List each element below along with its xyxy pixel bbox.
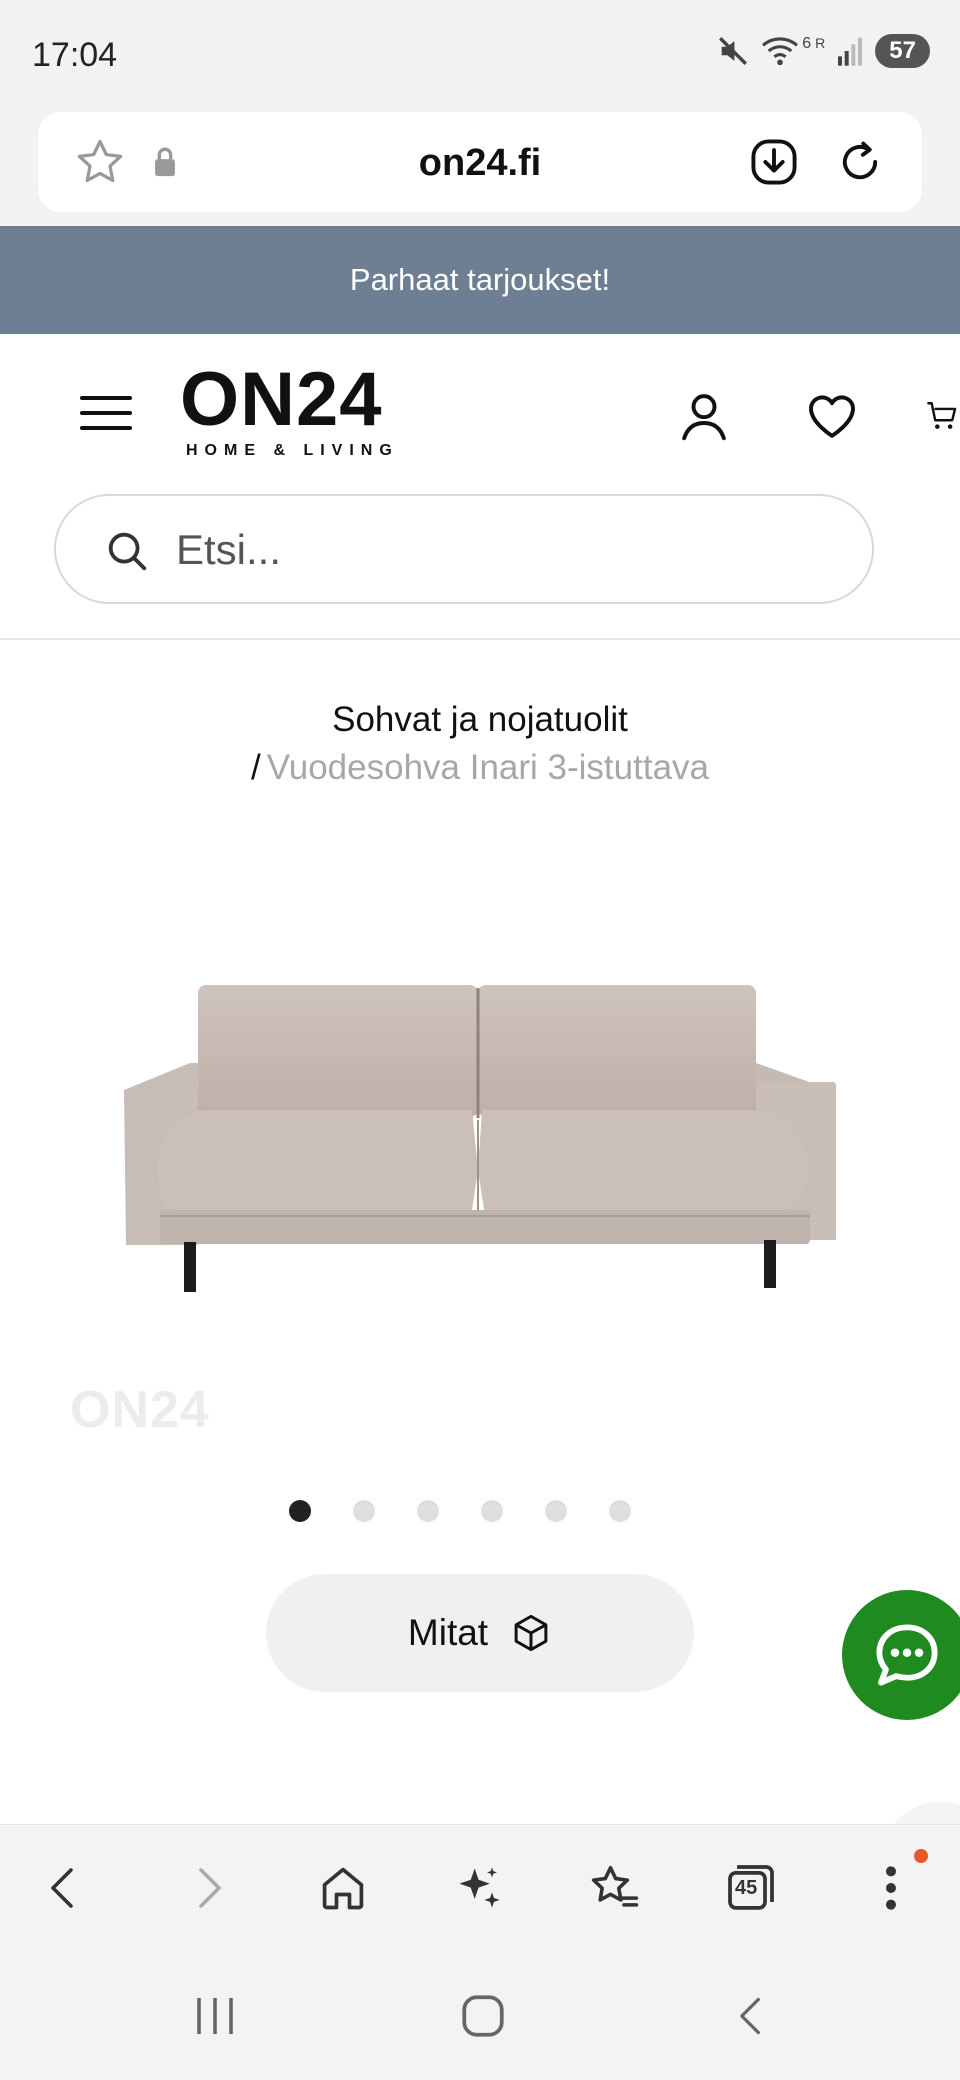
carousel-dot-2[interactable]	[353, 1500, 375, 1522]
bookmarks-icon[interactable]	[580, 1853, 650, 1923]
forward-icon[interactable]	[172, 1853, 242, 1923]
breadcrumb-separator: /	[250, 748, 261, 787]
roaming-label: R	[815, 35, 826, 51]
chat-button[interactable]	[842, 1590, 960, 1720]
dimensions-button-label: Mitat	[407, 1612, 489, 1653]
sparkle-icon[interactable]	[444, 1853, 514, 1923]
carousel-dot-6[interactable]	[609, 1500, 631, 1522]
carousel-dot-4[interactable]	[481, 1500, 503, 1522]
url-bar[interactable]: on24.fi	[38, 112, 922, 212]
reload-icon[interactable]	[834, 136, 886, 188]
home-nav-icon[interactable]	[448, 1986, 518, 2046]
heart-icon[interactable]	[800, 384, 864, 448]
back-icon[interactable]	[30, 1853, 100, 1923]
mute-icon	[719, 37, 748, 65]
watermark-logo: ON24	[70, 1381, 210, 1439]
search-input[interactable]: Etsi...	[176, 526, 281, 574]
chat-icon	[876, 1624, 938, 1686]
download-icon[interactable]	[748, 136, 800, 188]
search-bar[interactable]: Etsi...	[54, 494, 874, 604]
product-image[interactable]	[100, 960, 860, 1310]
carousel-dot-5[interactable]	[545, 1500, 567, 1522]
site-header: ON24 HOME & LIVING Etsi...	[0, 334, 960, 640]
home-icon[interactable]	[308, 1853, 378, 1923]
breadcrumb: / Vuodesohva Inari 3-istuttava	[0, 748, 960, 788]
back-nav-icon[interactable]	[716, 1986, 786, 2046]
breadcrumb-category[interactable]: Sohvat ja nojatuolit	[0, 700, 960, 740]
signal-icon	[838, 37, 863, 66]
status-bar: 17:04 6 R 57	[0, 0, 960, 112]
browser-toolbar: on24.fi	[0, 112, 960, 226]
user-icon[interactable]	[672, 384, 736, 448]
logo-sub-text: HOME & LIVING	[186, 442, 399, 459]
carousel-dot-1[interactable]	[289, 1500, 311, 1522]
system-navigation	[0, 1950, 960, 2080]
logo-main-text: ON24	[180, 357, 383, 442]
carousel-dots	[0, 1500, 960, 1522]
promo-banner[interactable]: Parhaat tarjoukset!	[0, 226, 960, 334]
breadcrumb-current: Vuodesohva Inari 3-istuttava	[266, 748, 710, 787]
promo-text: Parhaat tarjoukset!	[349, 262, 611, 297]
cube-icon	[514, 1614, 548, 1652]
network-type-label: 6	[802, 35, 812, 52]
tabs-icon[interactable]: 45	[716, 1853, 786, 1923]
menu-icon[interactable]	[80, 396, 132, 440]
search-icon	[108, 532, 147, 571]
wifi-icon	[762, 37, 799, 66]
browser-bottom-bar: 45	[0, 1824, 960, 1950]
cart-icon[interactable]	[926, 384, 960, 448]
tabs-count: 45	[735, 1877, 758, 1899]
notification-dot	[914, 1849, 928, 1863]
more-icon[interactable]	[856, 1853, 926, 1923]
site-logo[interactable]: ON24 HOME & LIVING	[180, 362, 399, 460]
battery-indicator: 57	[875, 34, 930, 68]
status-time: 17:04	[32, 36, 118, 74]
status-icons: 6 R 57	[716, 34, 930, 68]
carousel-dot-3[interactable]	[417, 1500, 439, 1522]
dimensions-button[interactable]: Mitat	[266, 1574, 694, 1692]
recent-apps-icon[interactable]	[180, 1986, 250, 2046]
